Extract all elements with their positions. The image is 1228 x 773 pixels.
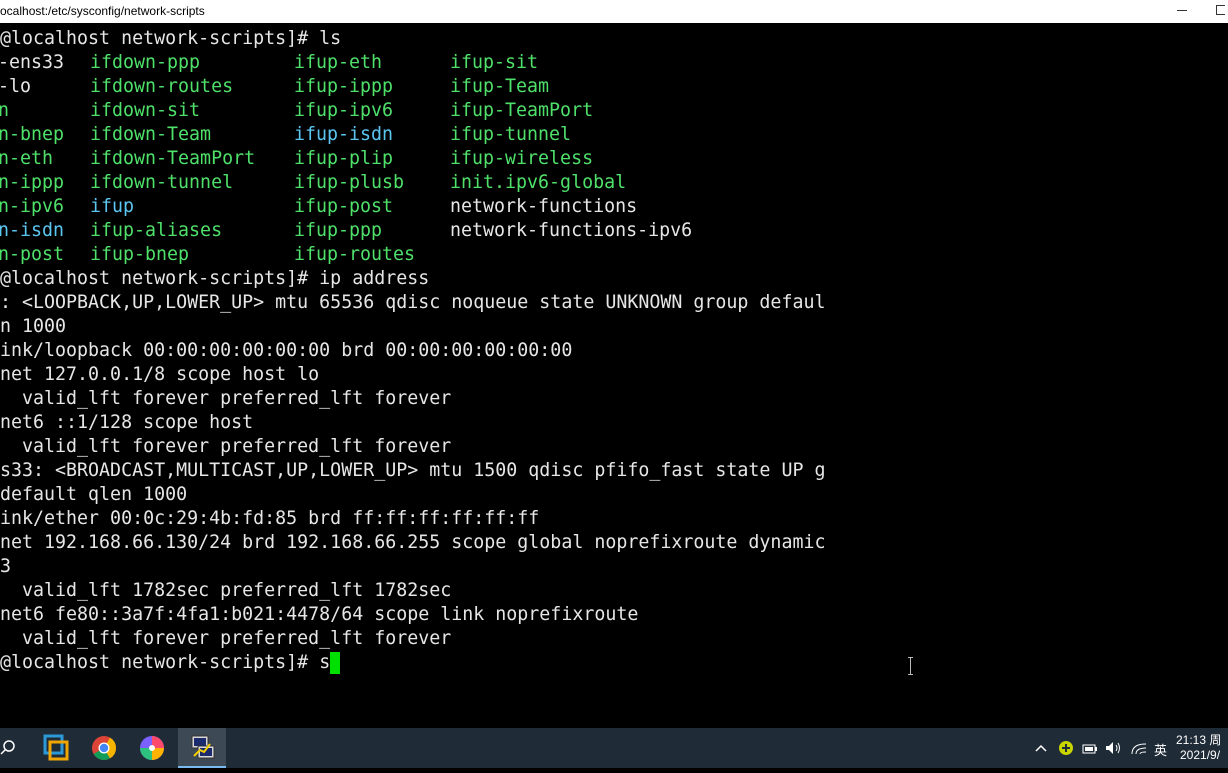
minimize-icon (1177, 10, 1187, 11)
ls-entry: ifup-ippp (294, 76, 394, 97)
prompt-text: @localhost network-scripts]# (0, 652, 320, 673)
search-icon[interactable] (0, 728, 20, 768)
ls-row: n-ippp ifdown-tunnel ifup-plusb init.ipv… (0, 171, 1228, 195)
output-line: valid_lft forever preferred_lft forever (0, 628, 452, 649)
pinwheel-icon[interactable] (128, 728, 176, 768)
terminal-area[interactable]: @localhost network-scripts]# ls -ens33 i… (0, 23, 1228, 728)
ls-entry: ifup-post (294, 196, 394, 217)
text-cursor (330, 652, 341, 674)
ls-entry: ifup-aliases (90, 220, 223, 241)
output-line: s33: <BROADCAST,MULTICAST,UP,LOWER_UP> m… (0, 460, 826, 481)
vmware-icon[interactable] (32, 728, 80, 768)
ls-entry: ifup-eth (294, 52, 383, 73)
ls-entry: ifup-tunnel (450, 124, 572, 145)
ls-entry: -lo (0, 76, 32, 97)
ls-entry: ifdown-Team (90, 124, 212, 145)
ls-entry: ifup-routes (294, 244, 416, 265)
ls-entry: init.ipv6-global (450, 172, 627, 193)
ls-entry: ifdown-ppp (90, 52, 201, 73)
window-title: ocalhost:/etc/sysconfig/network-scripts (0, 4, 205, 18)
output-line: : <LOOPBACK,UP,LOWER_UP> mtu 65536 qdisc… (0, 292, 826, 313)
ls-entry: n-ippp (0, 172, 65, 193)
chrome-icon[interactable] (80, 728, 128, 768)
ls-entry: ifup-plusb (294, 172, 405, 193)
output-line: default qlen 1000 (0, 484, 188, 505)
output-line: valid_lft 1782sec preferred_lft 1782sec (0, 580, 452, 601)
ls-row: n-ipv6 ifup ifup-post network-functions (0, 195, 1228, 219)
ls-entry: ifup-bnep (90, 244, 190, 265)
ls-entry: n-ipv6 (0, 196, 65, 217)
output-line: ink/ether 00:0c:29:4b:fd:85 brd ff:ff:ff… (0, 508, 540, 529)
output-line: net 127.0.0.1/8 scope host lo (0, 364, 320, 385)
ls-row: n-bnep ifdown-Team ifup-isdn ifup-tunnel (0, 123, 1228, 147)
output-line: net6 fe80::3a7f:4fa1:b021:4478/64 scope … (0, 604, 639, 625)
ip-prompt-line: @localhost network-scripts]# ip address (0, 268, 430, 289)
output-line: 3 (0, 556, 12, 577)
ls-entry: ifup-plip (294, 148, 394, 169)
putty-icon[interactable] (178, 728, 226, 768)
output-line: ink/loopback 00:00:00:00:00:00 brd 00:00… (0, 340, 573, 361)
ls-entry: n-eth (0, 148, 54, 169)
ls-entry: network-functions (450, 196, 638, 217)
minimize-button[interactable] (1162, 0, 1202, 23)
ls-entry: ifdown-routes (90, 76, 234, 97)
ls-entry: n-isdn (0, 220, 65, 241)
chevron-up-icon[interactable] (1034, 742, 1048, 754)
ls-row: -lo ifdown-routes ifup-ippp ifup-Team (0, 75, 1228, 99)
command-input[interactable]: s (319, 652, 330, 673)
ls-entry: ifup-ipv6 (294, 100, 394, 121)
ls-row: n ifdown-sit ifup-ipv6 ifup-TeamPort (0, 99, 1228, 123)
ls-row: -ens33 ifdown-ppp ifup-eth ifup-sit (0, 51, 1228, 75)
output-line: valid_lft forever preferred_lft forever (0, 388, 452, 409)
maximize-icon (1216, 5, 1225, 15)
ls-row: n-post ifup-bnep ifup-routes (0, 243, 1228, 267)
ime-indicator[interactable]: 英 (1154, 740, 1167, 759)
volume-icon[interactable] (1104, 740, 1122, 756)
clock-time[interactable]: 21:13 周 (1176, 731, 1221, 748)
output-line: net6 ::1/128 scope host (0, 412, 254, 433)
app-tray-icon[interactable] (1058, 740, 1074, 756)
clock-date[interactable]: 2021/9/ (1180, 748, 1220, 762)
output-line: net 192.168.66.130/24 brd 192.168.66.255… (0, 532, 826, 553)
output-line: valid_lft forever preferred_lft forever (0, 436, 452, 457)
ls-row: n-eth ifdown-TeamPort ifup-plip ifup-wir… (0, 147, 1228, 171)
taskbar: 英 21:13 周 2021/9/ (0, 728, 1228, 768)
ls-entry: ifup-TeamPort (450, 100, 594, 121)
ls-entry: ifup-Team (450, 76, 550, 97)
current-prompt-line[interactable]: @localhost network-scripts]# s (0, 651, 341, 675)
output-line: n 1000 (0, 316, 67, 337)
ls-entry: n-bnep (0, 124, 65, 145)
ls-entry: network-functions-ipv6 (450, 220, 693, 241)
ls-entry: n-post (0, 244, 65, 265)
network-icon[interactable] (1130, 740, 1148, 756)
title-bar[interactable]: ocalhost:/etc/sysconfig/network-scripts (0, 0, 1228, 23)
ls-entry: ifdown-sit (90, 100, 201, 121)
ls-prompt-line: @localhost network-scripts]# ls (0, 28, 342, 49)
ls-entry: ifup-sit (450, 52, 539, 73)
ls-entry: ifup-isdn (294, 124, 394, 145)
maximize-button[interactable] (1202, 0, 1228, 23)
ls-entry: -ens33 (0, 52, 65, 73)
ls-entry: ifdown-TeamPort (90, 148, 256, 169)
ls-entry: ifup-ppp (294, 220, 383, 241)
mouse-ibeam-icon (908, 657, 913, 675)
ls-entry: n (0, 100, 10, 121)
ls-entry: ifup-wireless (450, 148, 594, 169)
battery-icon[interactable] (1082, 741, 1098, 755)
ls-row: n-isdn ifup-aliases ifup-ppp network-fun… (0, 219, 1228, 243)
ls-entry: ifup (90, 196, 135, 217)
ls-entry: ifdown-tunnel (90, 172, 234, 193)
